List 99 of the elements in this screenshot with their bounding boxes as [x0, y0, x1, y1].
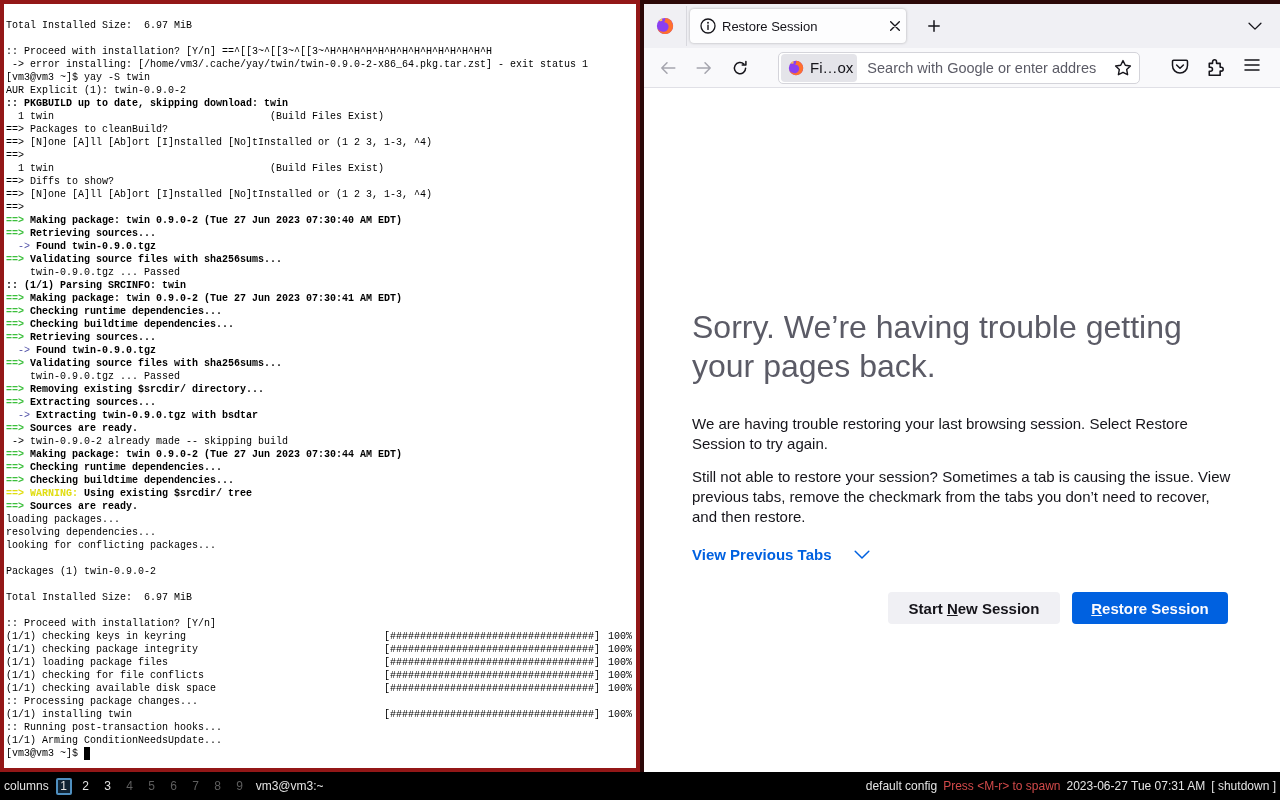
terminal-line: ==> Retrieving sources...	[6, 228, 157, 239]
terminal-line: AUR Explicit (1): twin-0.9.0-2	[6, 85, 187, 96]
terminal-line: :: Proceed with installation? [Y/n] ==^[[3~^[[3~^[[3~^H^H^H^H^H^H^H^H^H^H^H^H^H^H	[6, 46, 493, 57]
terminal-line: (1/1) checking available disk space	[6, 682, 217, 695]
terminal-line: :: (1/1) Parsing SRCINFO: twin	[6, 280, 187, 291]
progress-percent: 100%	[608, 682, 633, 695]
terminal-line: -> error installing: [/home/vm3/.cache/yay/twin/twin-0.9.0-2-x86_64.pkg.tar.zst] - exit status 1	[11, 59, 589, 70]
terminal-line: Total Installed Size: 6.97 MiB	[6, 20, 193, 31]
globe-icon	[788, 59, 804, 76]
terminal-line: twin-0.9.0.tgz ... Passed	[29, 267, 181, 278]
address-input[interactable]: Search with Google or enter addres	[867, 57, 1112, 78]
terminal-line: ==> Making package: twin 0.9.0-2 (Tue 27 Jun 2023 07:30:40 AM EDT)	[6, 215, 403, 226]
progress-bar-text: [##################################]	[384, 682, 601, 695]
terminal-line: ==> [N]one [A]ll [Ab]ort [I]nstalled [No]tInstalled or (1 2 3, 1-3, ^4)	[6, 137, 433, 148]
globe-icon[interactable]	[656, 17, 674, 35]
terminal-line: -> Found twin-0.9.0.tgz	[18, 241, 157, 252]
start-new-session-button[interactable]: Start New Session	[888, 592, 1060, 624]
view-previous-tabs-button[interactable]: View Previous Tabs	[692, 546, 870, 563]
package-entry: 1 twin	[18, 110, 54, 123]
terminal-line: twin-0.9.0.tgz ... Passed	[29, 371, 181, 382]
reload-icon[interactable]	[732, 59, 748, 76]
terminal-line: ==> Making package: twin 0.9.0-2 (Tue 27 Jun 2023 07:30:41 AM EDT)	[6, 293, 403, 304]
puzzle-icon[interactable]	[1208, 59, 1224, 76]
terminal-line: ==> Removing existing $srcdir/ directory...	[6, 384, 265, 395]
terminal-line: resolving dependencies...	[6, 527, 157, 538]
terminal-line: ==> Checking buildtime dependencies...	[6, 475, 235, 486]
terminal-line: (1/1) checking for file conflicts	[6, 669, 205, 682]
terminal-line: ==> Retrieving sources...	[6, 332, 157, 343]
progress-percent: 100%	[608, 708, 633, 721]
terminal-line: ==>	[6, 202, 24, 213]
terminal-line: (1/1) checking keys in keyring	[6, 630, 187, 643]
plus-icon[interactable]	[928, 20, 940, 32]
terminal-line: ==> Diffs to show?	[6, 176, 115, 187]
build-status: (Build Files Exist)	[270, 162, 385, 175]
terminal-cursor	[84, 747, 90, 760]
chevron-down-icon	[853, 549, 870, 560]
terminal-line: :: PKGBUILD up to date, skipping download: twin	[6, 98, 289, 109]
build-status: (Build Files Exist)	[270, 110, 385, 123]
progress-bar-text: [##################################]	[384, 708, 601, 721]
close-icon[interactable]	[890, 21, 900, 31]
shutdown-button[interactable]: [ shutdown ]	[1211, 779, 1276, 793]
workspace-tag[interactable]: 2	[77, 777, 94, 795]
terminal-line: Total Installed Size: 6.97 MiB	[6, 592, 193, 603]
workspace-tag[interactable]: 1	[55, 777, 72, 795]
page-heading: Sorry. We’re having trouble getting your pages back.	[692, 308, 1183, 386]
info-icon	[700, 18, 716, 34]
body-text: We are having trouble restoring your last browsing session. Select Restore Session to try again.	[692, 414, 1189, 454]
terminal-line: ==> [N]one [A]ll [Ab]ort [I]nstalled [No]tInstalled or (1 2 3, 1-3, ^4)	[6, 189, 433, 200]
pouch-icon[interactable]	[1171, 59, 1189, 75]
terminal-line: loading packages...	[6, 514, 121, 525]
terminal-line: :: Processing package changes...	[6, 696, 199, 707]
address-bar[interactable]: Fi…ox Search with Google or enter addres	[778, 51, 1140, 84]
progress-percent: 100%	[608, 656, 633, 669]
workspace-tag[interactable]: 3	[99, 777, 116, 795]
terminal-line: -> Found twin-0.9.0.tgz	[18, 345, 157, 356]
terminal-line: ==> Checking runtime dependencies...	[6, 462, 223, 473]
terminal-line: (1/1) checking package integrity	[6, 643, 199, 656]
star-icon[interactable]	[1114, 58, 1132, 77]
terminal-line: Packages (1) twin-0.9.0-2	[6, 566, 157, 577]
window-title: vm3@vm3:~	[255, 779, 324, 793]
progress-percent: 100%	[608, 630, 633, 643]
config-label: default config	[865, 779, 938, 793]
terminal-line: ==> Making package: twin 0.9.0-2 (Tue 27 Jun 2023 07:30:44 AM EDT)	[6, 449, 403, 460]
chevron-down-icon[interactable]	[1248, 21, 1262, 31]
terminal-line: [vm3@vm3 ~]$	[6, 748, 78, 759]
progress-bar-text: [##################################]	[384, 643, 601, 656]
terminal-line: (1/1) installing twin	[6, 708, 133, 721]
terminal-line: -> twin-0.9.0-2 already made -- skipping build	[11, 436, 289, 447]
restore-session-button[interactable]: Restore Session	[1072, 592, 1228, 624]
progress-percent: 100%	[608, 669, 633, 682]
terminal-line: :: Running post-transaction hooks...	[6, 722, 223, 733]
terminal-line: ==> Packages to cleanBuild?	[6, 124, 169, 135]
site-identity-button[interactable]: Fi…ox	[781, 53, 858, 82]
terminal-line: ==> Sources are ready.	[6, 423, 139, 434]
terminal-line: ==> Checking runtime dependencies...	[6, 306, 223, 317]
clock-text: 2023-06-27 Tue 07:31 AM	[1066, 779, 1206, 793]
terminal-line: (1/1) Arming ConditionNeedsUpdate...	[6, 735, 223, 746]
body-text: Still not able to restore your session? Sometimes a tab is causing the issue. View previous tabs, remove the checkmark from the tabs you don’t need to recover, and then restore.	[692, 467, 1232, 527]
browser-tab[interactable]: Restore Session	[690, 9, 906, 43]
menu-icon[interactable]	[1244, 59, 1260, 71]
terminal-line: [vm3@vm3 ~]$ yay -S twin	[6, 72, 151, 83]
progress-bar-text: [##################################]	[384, 669, 601, 682]
spawn-hint: Press <M-r> to spawn	[943, 779, 1061, 793]
terminal-line: ==> Checking buildtime dependencies...	[6, 319, 235, 330]
package-entry: 1 twin	[18, 162, 54, 175]
terminal-line: :: Proceed with installation? [Y/n]	[6, 618, 217, 629]
terminal-line: looking for conflicting packages...	[6, 540, 217, 551]
terminal-line: -> Extracting twin-0.9.0.tgz with bsdtar	[18, 410, 259, 421]
terminal-line: ==> WARNING: Using existing $srcdir/ tree	[6, 488, 253, 499]
terminal-line: ==> Sources are ready.	[6, 501, 139, 512]
layout-label[interactable]: columns	[4, 779, 49, 793]
progress-bar-text: [##################################]	[384, 656, 601, 669]
terminal-line: (1/1) loading package files	[6, 656, 169, 669]
progress-bar-text: [##################################]	[384, 630, 601, 643]
terminal-line: ==> Validating source files with sha256sums...	[6, 358, 283, 369]
terminal-line: ==>	[6, 150, 24, 161]
terminal-line: ==> Validating source files with sha256sums...	[6, 254, 283, 265]
progress-percent: 100%	[608, 643, 633, 656]
terminal-line: ==> Extracting sources...	[6, 397, 157, 408]
